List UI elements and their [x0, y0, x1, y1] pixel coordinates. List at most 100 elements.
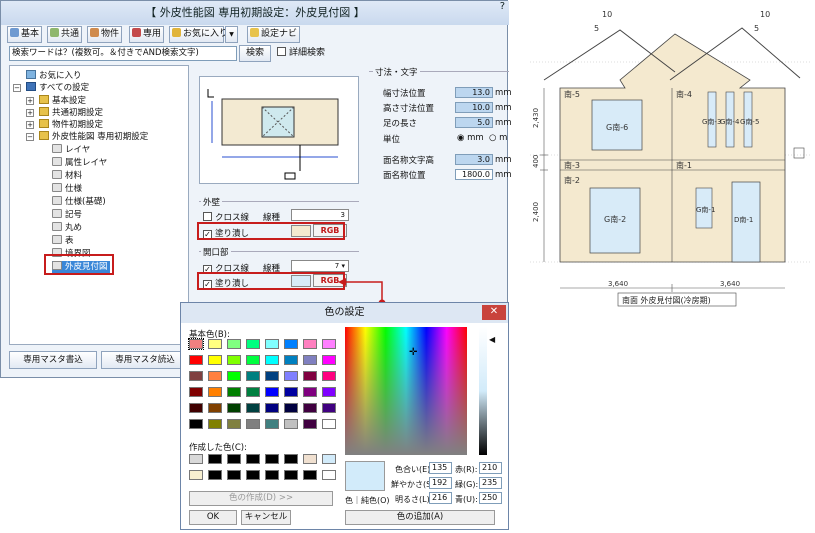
basic-color-swatch[interactable] — [188, 338, 204, 350]
basic-color-swatch[interactable] — [208, 355, 222, 365]
basic-color-swatch[interactable] — [284, 403, 298, 413]
custom-color-swatch[interactable] — [322, 454, 336, 464]
basic-color-swatch[interactable] — [246, 387, 260, 397]
basic-color-swatch[interactable] — [227, 371, 241, 381]
basic-color-swatch[interactable] — [208, 371, 222, 381]
hue-input[interactable]: 135 — [429, 462, 452, 474]
color-spectrum[interactable]: ✛ — [345, 327, 467, 455]
detail-search-checkbox[interactable]: 詳細検索 — [277, 45, 325, 62]
outer-wall-linetype-select[interactable]: 3 — [291, 209, 349, 221]
unit-mm-radio[interactable]: ◉ mm — [457, 133, 484, 143]
basic-color-swatch[interactable] — [303, 339, 317, 349]
basic-color-swatch[interactable] — [246, 355, 260, 365]
close-icon[interactable]: ✕ — [482, 305, 506, 320]
tree-item-rounding[interactable]: 丸め — [52, 222, 82, 234]
custom-color-swatch[interactable] — [208, 454, 222, 464]
green-input[interactable]: 235 — [479, 477, 502, 489]
master-read-button[interactable]: 専用マスタ読込 — [101, 351, 189, 369]
basic-color-swatch[interactable] — [322, 355, 336, 365]
custom-color-swatch[interactable] — [227, 470, 241, 480]
custom-color-swatch[interactable] — [284, 454, 298, 464]
tree-item-spec[interactable]: 仕様 — [52, 183, 82, 195]
name-position-field[interactable]: 1800.0 — [455, 169, 493, 180]
luminance-arrow-icon[interactable]: ◀ — [489, 335, 495, 344]
tree-item-material[interactable]: 材料 — [52, 170, 82, 182]
blue-input[interactable]: 250 — [479, 492, 502, 504]
custom-color-swatch[interactable] — [208, 470, 222, 480]
basic-color-swatch[interactable] — [246, 339, 260, 349]
basic-color-swatch[interactable] — [322, 339, 336, 349]
search-button[interactable]: 検索 — [239, 45, 271, 62]
tree-item-symbol[interactable]: 記号 — [52, 209, 82, 221]
custom-color-swatch[interactable] — [246, 454, 260, 464]
basic-color-swatch[interactable] — [322, 387, 336, 397]
basic-color-swatch[interactable] — [284, 387, 298, 397]
tab-common[interactable]: 共通 — [47, 26, 83, 43]
tree-item-spec-foundation[interactable]: 仕様(基礎) — [52, 196, 106, 208]
custom-color-swatch[interactable] — [284, 470, 298, 480]
search-input[interactable]: 検索ワードは？(複数可。＆付きでAND検索文字) — [9, 46, 237, 61]
cancel-button[interactable]: キャンセル — [241, 510, 291, 525]
custom-color-swatch[interactable] — [227, 454, 241, 464]
help-icon[interactable]: ? — [500, 0, 505, 19]
red-input[interactable]: 210 — [479, 462, 502, 474]
basic-color-swatch[interactable] — [246, 403, 260, 413]
basic-color-swatch[interactable] — [189, 419, 203, 429]
basic-color-swatch[interactable] — [322, 371, 336, 381]
basic-color-swatch[interactable] — [189, 387, 203, 397]
tab-favorite[interactable]: お気に入り — [169, 26, 228, 43]
sat-input[interactable]: 192 — [429, 477, 452, 489]
favorite-dropdown[interactable]: ▼ — [225, 26, 238, 43]
tab-basic[interactable]: 基本 — [7, 26, 43, 43]
basic-color-swatch[interactable] — [189, 355, 203, 365]
basic-color-swatch[interactable] — [208, 387, 222, 397]
custom-color-swatch[interactable] — [303, 470, 317, 480]
basic-color-swatch[interactable] — [208, 419, 222, 429]
ok-button[interactable]: OK — [189, 510, 237, 525]
basic-color-swatch[interactable] — [227, 403, 241, 413]
expand-icon[interactable]: + — [26, 97, 34, 105]
name-height-field[interactable]: 3.0 — [455, 154, 493, 165]
unit-m-radio[interactable]: ○ m — [489, 133, 507, 143]
basic-color-swatch[interactable] — [265, 339, 279, 349]
tree-item-basic[interactable]: 基本設定 — [39, 95, 86, 107]
basic-color-swatch[interactable] — [227, 419, 241, 429]
basic-color-swatch[interactable] — [284, 371, 298, 381]
basic-color-swatch[interactable] — [284, 339, 298, 349]
luminance-bar[interactable] — [479, 327, 487, 455]
settings-navi-button[interactable]: 設定ナビ — [247, 26, 301, 43]
basic-color-swatch[interactable] — [189, 371, 203, 381]
tree-item-envelope[interactable]: 外皮性能図 専用初期設定 — [39, 131, 148, 143]
add-custom-color-button[interactable]: 色の追加(A) — [345, 510, 495, 525]
basic-color-swatch[interactable] — [227, 387, 241, 397]
basic-color-swatch[interactable] — [189, 403, 203, 413]
leg-length-field[interactable]: 5.0 — [455, 117, 493, 128]
custom-color-swatch[interactable] — [189, 454, 203, 464]
width-dim-field[interactable]: 13.0 — [455, 87, 493, 98]
basic-color-swatch[interactable] — [265, 403, 279, 413]
tab-property[interactable]: 物件 — [87, 26, 123, 43]
custom-color-swatch[interactable] — [246, 470, 260, 480]
tree-item-attr-layer[interactable]: 属性レイヤ — [52, 157, 107, 169]
basic-color-swatch[interactable] — [303, 419, 317, 429]
custom-color-swatch[interactable] — [265, 454, 279, 464]
collapse-icon[interactable]: − — [13, 84, 21, 92]
basic-color-swatch[interactable] — [265, 387, 279, 397]
basic-color-swatch[interactable] — [227, 339, 241, 349]
basic-color-swatch[interactable] — [303, 355, 317, 365]
basic-color-swatch[interactable] — [227, 355, 241, 365]
basic-color-swatch[interactable] — [284, 419, 298, 429]
tree-item-layer[interactable]: レイヤ — [52, 144, 90, 156]
tree-item-property[interactable]: 物件初期設定 — [39, 119, 103, 131]
master-write-button[interactable]: 専用マスタ書込 — [9, 351, 97, 369]
collapse-icon[interactable]: − — [26, 133, 34, 141]
expand-icon[interactable]: + — [26, 121, 34, 129]
basic-color-swatch[interactable] — [284, 355, 298, 365]
lum-input[interactable]: 216 — [429, 492, 452, 504]
basic-color-swatch[interactable] — [246, 419, 260, 429]
basic-color-swatch[interactable] — [303, 403, 317, 413]
custom-color-swatch[interactable] — [265, 470, 279, 480]
custom-color-swatch[interactable] — [189, 470, 203, 480]
height-dim-field[interactable]: 10.0 — [455, 102, 493, 113]
tab-dedicated[interactable]: 専用 — [129, 26, 165, 43]
